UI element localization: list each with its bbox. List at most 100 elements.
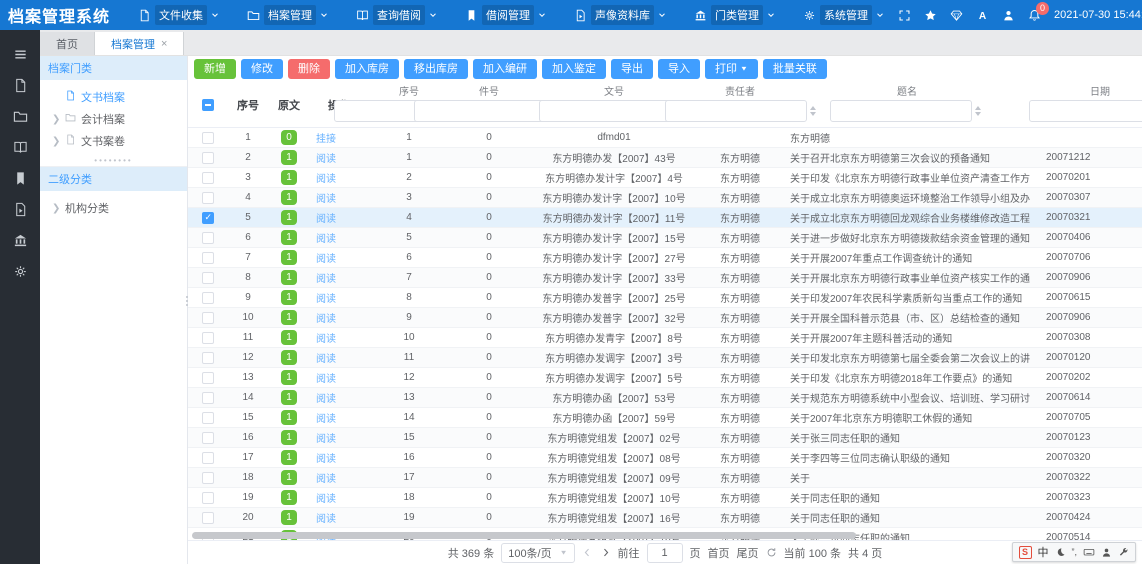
加入鉴定-button[interactable]: 加入鉴定 bbox=[542, 59, 606, 79]
ime-keyboard-icon[interactable] bbox=[1083, 546, 1095, 558]
star-icon[interactable] bbox=[924, 9, 937, 22]
row-checkbox[interactable] bbox=[202, 272, 214, 284]
row-checkbox[interactable] bbox=[202, 332, 214, 344]
table-row[interactable]: 201阅读190东方明德党组发【2007】16号东方明德关于同志任职的通知200… bbox=[188, 508, 1142, 528]
row-checkbox[interactable] bbox=[202, 252, 214, 264]
topbar-menu-借阅管理[interactable]: 借阅管理 bbox=[465, 5, 546, 25]
topbar-menu-门类管理[interactable]: 门类管理 bbox=[694, 5, 775, 25]
table-row[interactable]: 181阅读170东方明德党组发【2007】09号东方明德关于20070322 bbox=[188, 468, 1142, 488]
action-link-阅读[interactable]: 阅读 bbox=[316, 254, 336, 265]
action-link-阅读[interactable]: 阅读 bbox=[316, 214, 336, 225]
refresh-icon[interactable] bbox=[766, 547, 777, 558]
first-page-link[interactable]: 首页 bbox=[708, 545, 730, 561]
row-checkbox[interactable] bbox=[202, 352, 214, 364]
table-row[interactable]: 21阅读10东方明德办发【2007】43号东方明德关于召开北京东方明德第三次会议… bbox=[188, 148, 1142, 168]
table-row[interactable]: 81阅读70东方明德办发计字【2007】33号东方明德关于开展北京东方明德行政事… bbox=[188, 268, 1142, 288]
topbar-menu-档案管理[interactable]: 档案管理 bbox=[247, 5, 328, 25]
fullscreen-icon[interactable] bbox=[898, 9, 911, 22]
row-checkbox[interactable] bbox=[202, 232, 214, 244]
tab-档案管理[interactable]: 档案管理× bbox=[95, 32, 184, 55]
table-row[interactable]: 101阅读90东方明德办发普字【2007】32号东方明德关于开展全国科普示范县（… bbox=[188, 308, 1142, 328]
sidebar-icon-gears[interactable] bbox=[0, 256, 40, 287]
新增-button[interactable]: 新增 bbox=[194, 59, 236, 79]
row-checkbox[interactable] bbox=[202, 312, 214, 324]
topbar-menu-查询借阅[interactable]: 查询借阅 bbox=[356, 5, 437, 25]
action-link-阅读[interactable]: 阅读 bbox=[316, 474, 336, 485]
ime-logo-icon[interactable]: S bbox=[1019, 546, 1032, 559]
row-checkbox[interactable] bbox=[202, 192, 214, 204]
ime-halfmoon-icon[interactable] bbox=[1055, 547, 1066, 558]
action-link-阅读[interactable]: 阅读 bbox=[316, 294, 336, 305]
next-page-button[interactable] bbox=[600, 547, 611, 558]
number-spinner[interactable] bbox=[975, 106, 981, 116]
加入编研-button[interactable]: 加入编研 bbox=[473, 59, 537, 79]
action-link-阅读[interactable]: 阅读 bbox=[316, 234, 336, 245]
table-row[interactable]: 41阅读30东方明德办发计字【2007】10号东方明德关于成立北京东方明德奥运环… bbox=[188, 188, 1142, 208]
row-checkbox[interactable] bbox=[202, 412, 214, 424]
topbar-menu-声像资料库[interactable]: 声像资料库 bbox=[574, 5, 666, 25]
table-row[interactable]: 31阅读20东方明德办发计字【2007】4号东方明德关于印发《北京东方明德行政事… bbox=[188, 168, 1142, 188]
table-row[interactable]: 131阅读120东方明德办发调字【2007】5号东方明德关于印发《北京东方明德2… bbox=[188, 368, 1142, 388]
topbar-menu-文件收集[interactable]: 文件收集 bbox=[138, 5, 219, 25]
table-row[interactable]: 71阅读60东方明德办发计字【2007】27号东方明德关于开展2007年重点工作… bbox=[188, 248, 1142, 268]
table-row[interactable]: 151阅读140东方明德办函【2007】59号东方明德关于2007年北京东方明德… bbox=[188, 408, 1142, 428]
action-link-阅读[interactable]: 阅读 bbox=[316, 354, 336, 365]
action-link-阅读[interactable]: 阅读 bbox=[316, 274, 336, 285]
action-link-阅读[interactable]: 阅读 bbox=[316, 314, 336, 325]
table-row[interactable]: 10挂接10dfmd01东方明德 bbox=[188, 128, 1142, 148]
row-checkbox[interactable] bbox=[202, 172, 214, 184]
filter-input-题名[interactable] bbox=[830, 100, 972, 122]
table-row[interactable]: 51阅读40东方明德办发计字【2007】11号东方明德关于成立北京东方明德回龙观… bbox=[188, 208, 1142, 228]
tree-item-文书案卷[interactable]: ❯文书案卷 bbox=[40, 130, 187, 152]
sidebar-icon-bookmark[interactable] bbox=[0, 163, 40, 194]
close-icon[interactable]: × bbox=[161, 38, 167, 50]
panel-resize-handle[interactable]: •••••••• bbox=[40, 156, 187, 166]
horizontal-scrollbar[interactable] bbox=[188, 532, 1142, 539]
page-size-select[interactable]: 100条/页 ▼ bbox=[501, 543, 574, 563]
action-link-阅读[interactable]: 阅读 bbox=[316, 374, 336, 385]
row-checkbox[interactable] bbox=[202, 372, 214, 384]
ime-wrench-icon[interactable] bbox=[1118, 547, 1129, 558]
action-link-阅读[interactable]: 阅读 bbox=[316, 154, 336, 165]
action-link-阅读[interactable]: 阅读 bbox=[316, 174, 336, 185]
ime-user-icon[interactable] bbox=[1101, 547, 1112, 558]
批量关联-button[interactable]: 批量关联 bbox=[763, 59, 827, 79]
action-link-阅读[interactable]: 阅读 bbox=[316, 194, 336, 205]
scrollbar-thumb[interactable] bbox=[192, 532, 856, 539]
row-checkbox[interactable] bbox=[202, 472, 214, 484]
row-checkbox[interactable] bbox=[202, 212, 214, 224]
row-checkbox[interactable] bbox=[202, 512, 214, 524]
row-checkbox[interactable] bbox=[202, 452, 214, 464]
row-checkbox[interactable] bbox=[202, 432, 214, 444]
导出-button[interactable]: 导出 bbox=[611, 59, 653, 79]
加入库房-button[interactable]: 加入库房 bbox=[335, 59, 399, 79]
action-link-阅读[interactable]: 阅读 bbox=[316, 454, 336, 465]
select-all-checkbox[interactable] bbox=[202, 99, 214, 111]
tab-首页[interactable]: 首页 bbox=[40, 32, 95, 55]
table-row[interactable]: 61阅读50东方明德办发计字【2007】15号东方明德关于进一步做好北京东方明德… bbox=[188, 228, 1142, 248]
table-row[interactable]: 161阅读150东方明德党组发【2007】02号东方明德关于张三同志任职的通知2… bbox=[188, 428, 1142, 448]
sidebar-icon-bank[interactable] bbox=[0, 225, 40, 256]
topbar-menu-系统管理[interactable]: 系统管理 bbox=[803, 5, 884, 25]
action-link-阅读[interactable]: 阅读 bbox=[316, 434, 336, 445]
删除-button[interactable]: 删除 bbox=[288, 59, 330, 79]
ime-mode-chinese[interactable]: 中 bbox=[1038, 544, 1049, 560]
action-link-阅读[interactable]: 阅读 bbox=[316, 514, 336, 525]
sidebar-icon-doc[interactable] bbox=[0, 70, 40, 101]
tree-item-会计档案[interactable]: ❯会计档案 bbox=[40, 108, 187, 130]
table-row[interactable]: 121阅读110东方明德办发调字【2007】3号东方明德关于印发北京东方明德第七… bbox=[188, 348, 1142, 368]
导入-button[interactable]: 导入 bbox=[658, 59, 700, 79]
table-row[interactable]: 141阅读130东方明德办函【2007】53号东方明德关于规范东方明德系统中小型… bbox=[188, 388, 1142, 408]
goto-page-input[interactable] bbox=[647, 543, 683, 563]
table-row[interactable]: 191阅读180东方明德党组发【2007】10号东方明德关于同志任职的通知200… bbox=[188, 488, 1142, 508]
action-link-阅读[interactable]: 阅读 bbox=[316, 414, 336, 425]
tree-item-机构分类[interactable]: ❯机构分类 bbox=[40, 197, 187, 219]
table-row[interactable]: 111阅读100东方明德办发青字【2007】8号东方明德关于开展2007年主题科… bbox=[188, 328, 1142, 348]
row-checkbox[interactable] bbox=[202, 392, 214, 404]
table-row[interactable]: 91阅读80东方明德办发普字【2007】25号东方明德关于印发2007年农民科学… bbox=[188, 288, 1142, 308]
font-size-icon[interactable]: A bbox=[976, 9, 989, 22]
table-row[interactable]: 171阅读160东方明德党组发【2007】08号东方明德关于李四等三位同志确认职… bbox=[188, 448, 1142, 468]
action-link-阅读[interactable]: 阅读 bbox=[316, 394, 336, 405]
row-checkbox[interactable] bbox=[202, 132, 214, 144]
ime-punctuation-icon[interactable]: ”, bbox=[1072, 547, 1078, 557]
